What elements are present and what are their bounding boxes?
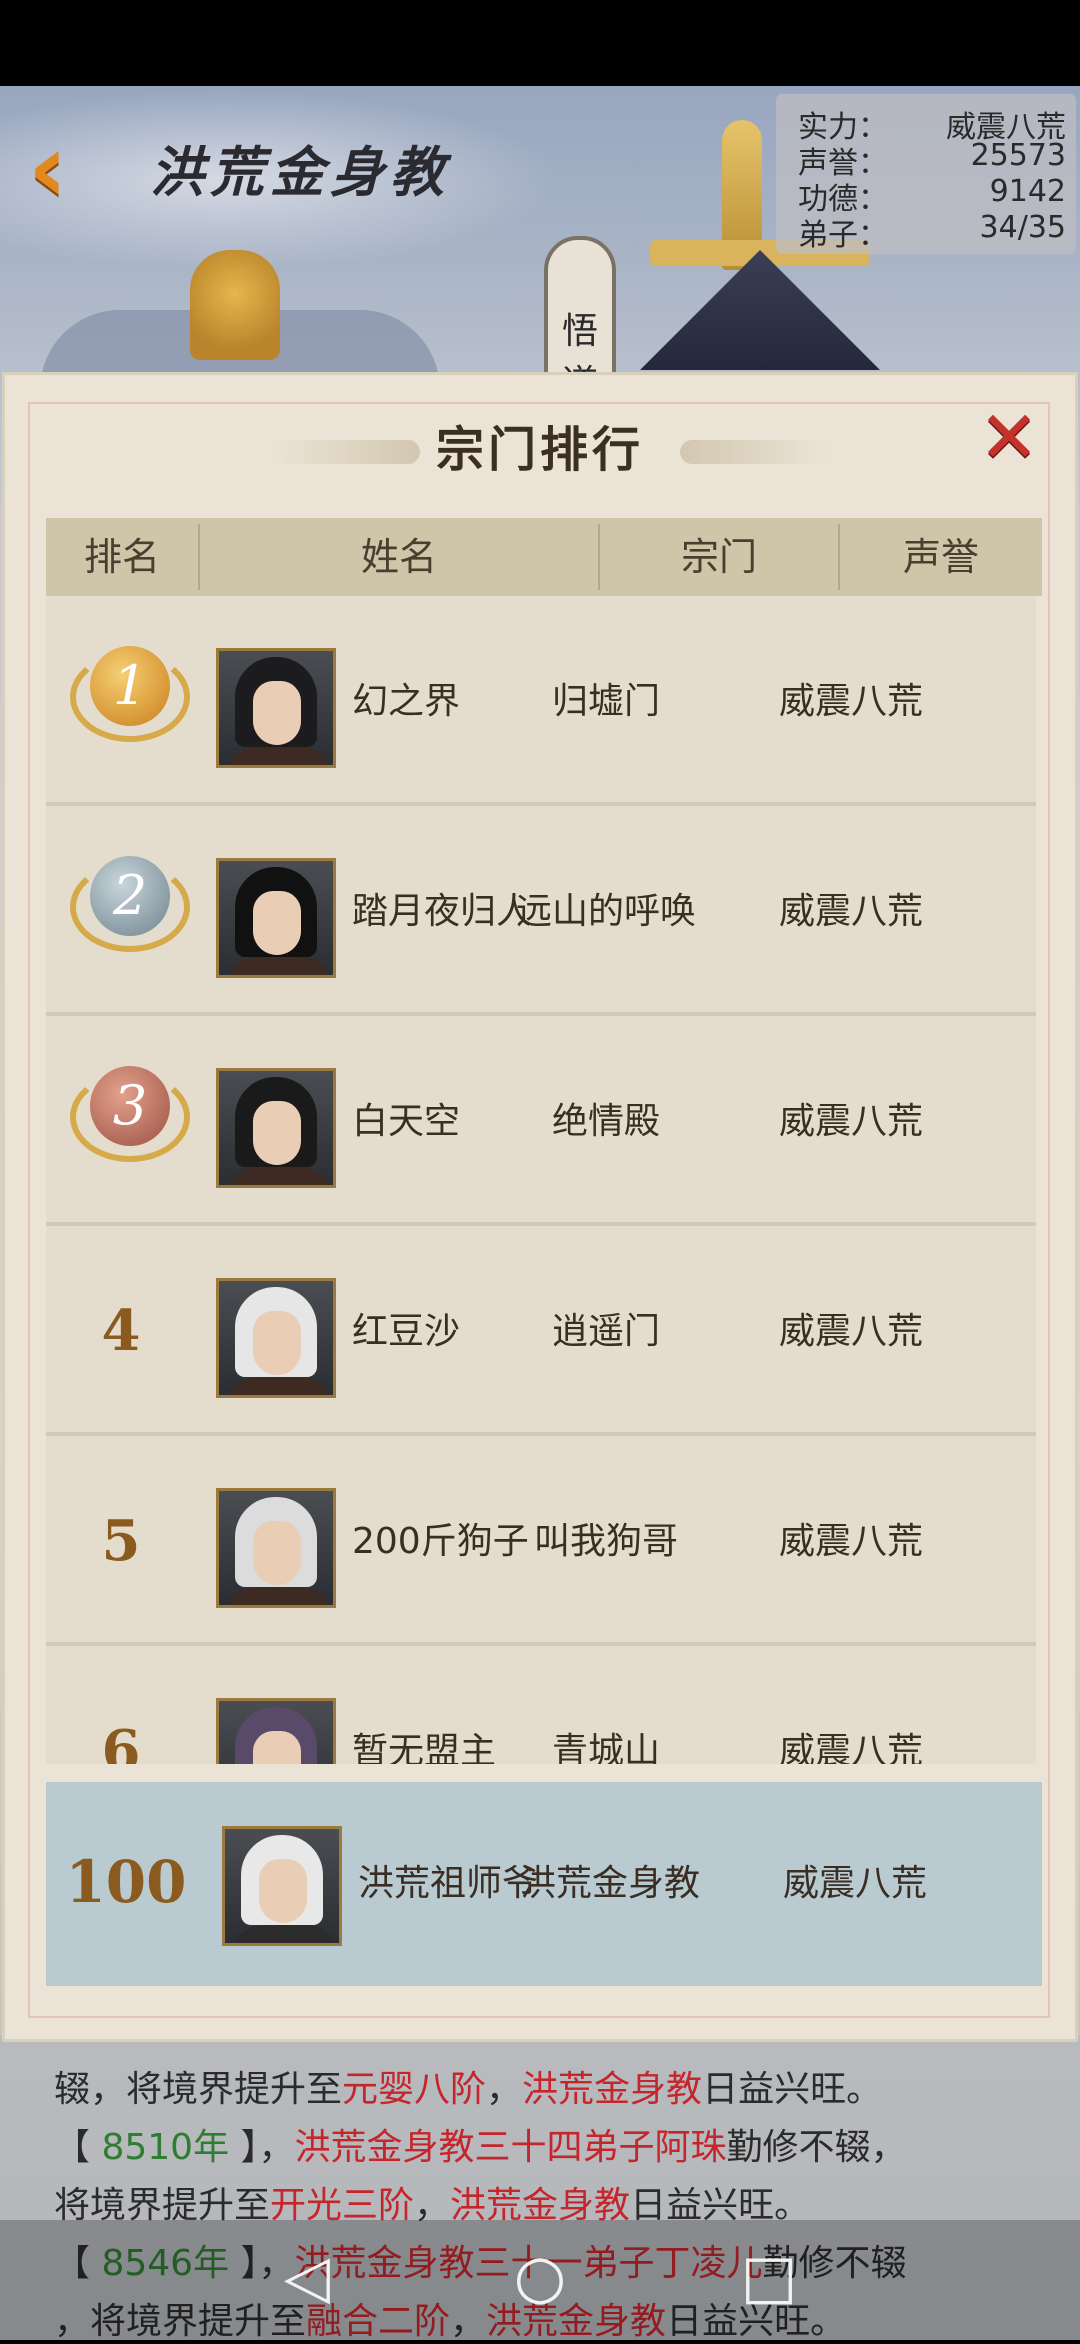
player-name: 白天空 — [352, 1101, 461, 1142]
medal-rank: 3 — [90, 1066, 170, 1146]
player-name: 红豆沙 — [352, 1311, 461, 1352]
avatar-body — [227, 1377, 331, 1395]
avatar[interactable] — [216, 1698, 336, 1764]
sect-name-title: 洪荒金身教 — [150, 140, 450, 204]
my-ranking-row[interactable]: 100 洪荒祖师爷 洪荒金身教 威震八荒 — [46, 1782, 1042, 1986]
reputation-value: 威震八荒 — [778, 1101, 923, 1142]
avatar-face — [253, 1101, 301, 1165]
avatar-face — [253, 1731, 301, 1764]
avatar-body — [227, 1587, 331, 1605]
avatar[interactable] — [216, 1068, 336, 1188]
my-reputation-value: 威震八荒 — [782, 1863, 927, 1904]
stat-merit: 功德： 9142 — [798, 174, 1066, 217]
avatar-face — [253, 1311, 301, 1375]
stat-disciples: 弟子： 34/35 — [798, 210, 1066, 253]
ranking-row[interactable]: 1 幻之界 归墟门 威震八荒 — [46, 596, 1036, 806]
ranking-row[interactable]: 6 暂无盟主 青城山 威震八荒 — [46, 1646, 1036, 1764]
stat-strength: 实力： 威震八荒 — [798, 102, 1066, 145]
dialog-title: 宗门排行 — [435, 422, 644, 478]
reputation-value: 威震八荒 — [778, 1311, 923, 1352]
reputation-value: 威震八荒 — [778, 1731, 923, 1764]
stat-value: 34/35 — [979, 210, 1066, 245]
ranking-table-header: 排名 姓名 宗门 声誉 — [46, 518, 1042, 596]
sect-name: 远山的呼唤 — [515, 891, 696, 932]
my-avatar[interactable] — [222, 1826, 342, 1946]
stat-value: 9142 — [989, 174, 1066, 209]
avatar[interactable] — [216, 648, 336, 768]
nav-home-icon[interactable]: ○ — [505, 2242, 575, 2312]
column-header-name: 姓名 — [360, 535, 437, 579]
column-header-rank: 排名 — [83, 535, 160, 579]
ranking-row[interactable]: 5 200斤狗子 叫我狗哥 威震八荒 — [46, 1436, 1036, 1646]
avatar[interactable] — [216, 1278, 336, 1398]
rank-number: 5 — [101, 1508, 141, 1574]
avatar-body — [227, 957, 331, 975]
column-header-reputation: 声誉 — [902, 535, 979, 579]
medal-rank: 2 — [90, 856, 170, 936]
reputation-value: 威震八荒 — [778, 1521, 923, 1562]
avatar-body — [227, 1167, 331, 1185]
sect-stats-panel: 实力： 威震八荒 声誉： 25573 功德： 9142 弟子： 34/35 — [776, 94, 1076, 254]
medal-rank: 1 — [90, 646, 170, 726]
back-arrow-icon[interactable]: ‹ — [28, 120, 108, 216]
avatar[interactable] — [216, 858, 336, 978]
avatar-face — [253, 891, 301, 955]
sect-name: 逍遥门 — [551, 1311, 660, 1352]
ranking-list[interactable]: 1 幻之界 归墟门 威震八荒 2 踏月夜归人 远山的呼唤 威震八荒 3 白天空 … — [46, 596, 1042, 1764]
sect-name: 归墟门 — [551, 681, 660, 722]
sect-name: 绝情殿 — [551, 1101, 660, 1142]
my-rank-number: 100 — [65, 1848, 187, 1916]
ranking-row[interactable]: 4 红豆沙 逍遥门 威震八荒 — [46, 1226, 1036, 1436]
sect-name: 叫我狗哥 — [533, 1521, 678, 1562]
gold-medal-icon: 1 — [70, 642, 190, 742]
enlightenment-tab[interactable]: 悟道 — [544, 236, 616, 404]
rank-number: 6 — [101, 1718, 141, 1764]
ranking-row[interactable]: 3 白天空 绝情殿 威震八荒 — [46, 1016, 1036, 1226]
reputation-value: 威震八荒 — [778, 681, 923, 722]
avatar-body — [233, 1925, 337, 1943]
avatar-face — [253, 681, 301, 745]
stat-value: 25573 — [970, 138, 1066, 173]
sect-name: 青城山 — [551, 1731, 660, 1764]
player-name: 幻之界 — [352, 681, 461, 722]
bronze-medal-icon: 3 — [70, 1062, 190, 1162]
silver-medal-icon: 2 — [70, 852, 190, 952]
avatar-face — [253, 1521, 301, 1585]
stat-label: 弟子： — [798, 218, 888, 253]
close-icon[interactable]: ✕ — [974, 401, 1044, 473]
my-sect-name: 洪荒金身教 — [519, 1863, 700, 1904]
ranking-row[interactable]: 2 踏月夜归人 远山的呼唤 威震八荒 — [46, 806, 1036, 1016]
log-line: 【 8510年 】，洪荒金身教三十四弟子阿珠勤修不辍， — [54, 2127, 907, 2168]
log-line: 辍，将境界提升至元婴八阶，洪荒金身教日益兴旺。 — [54, 2069, 883, 2110]
reputation-value: 威震八荒 — [778, 891, 923, 932]
status-bar — [0, 0, 1080, 86]
nav-back-icon[interactable]: ◁ — [272, 2242, 342, 2312]
avatar[interactable] — [216, 1488, 336, 1608]
stat-reputation: 声誉： 25573 — [798, 138, 1066, 181]
column-header-sect: 宗门 — [680, 535, 757, 579]
rank-number: 4 — [101, 1298, 141, 1364]
nav-recent-icon[interactable]: □ — [734, 2242, 804, 2312]
avatar-body — [227, 747, 331, 765]
avatar-face — [259, 1859, 307, 1923]
lantern-decoration — [190, 250, 280, 360]
